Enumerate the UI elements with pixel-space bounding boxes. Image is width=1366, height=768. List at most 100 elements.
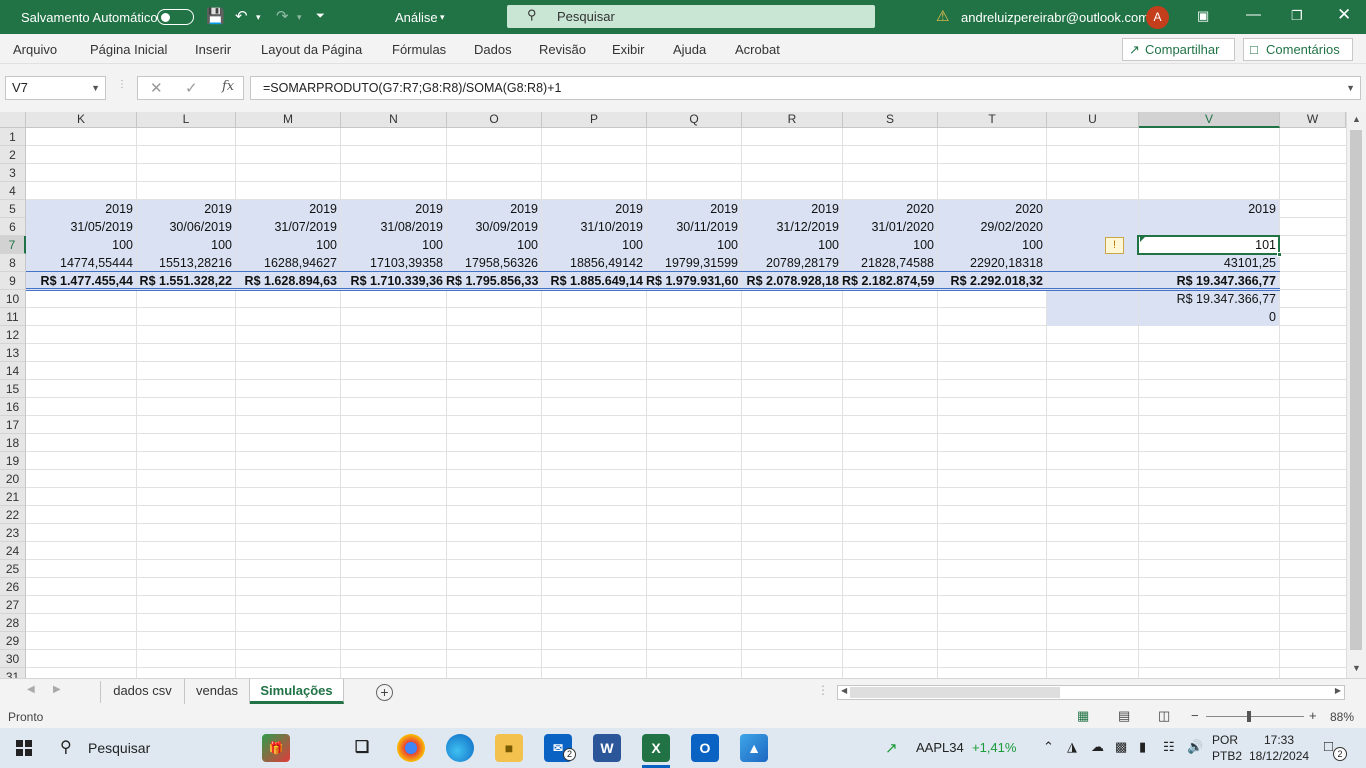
cell-p8[interactable]: 18856,49142 (541, 254, 646, 272)
col-header-m[interactable]: M (236, 112, 341, 128)
col-header-l[interactable]: L (137, 112, 236, 128)
language-bottom[interactable]: PTB2 (1212, 749, 1242, 763)
row-header[interactable]: 24 (0, 542, 26, 560)
cell-p6[interactable]: 31/10/2019 (541, 218, 646, 236)
enter-icon[interactable]: ✓ (185, 79, 198, 97)
cell-s8[interactable]: 21828,74588 (842, 254, 937, 272)
taskbar-search[interactable]: ⚲ Pesquisar (48, 728, 258, 768)
cancel-icon[interactable]: ✕ (150, 79, 163, 97)
onedrive-icon[interactable]: ☁ (1091, 739, 1104, 755)
cell-r8[interactable]: 20789,28179 (741, 254, 842, 272)
task-view-icon[interactable]: ❏ (348, 734, 376, 762)
cell-m9[interactable]: R$ 1.628.894,63 (235, 272, 340, 290)
col-header-p[interactable]: P (542, 112, 647, 128)
row-header[interactable]: 30 (0, 650, 26, 668)
vertical-scroll-thumb[interactable] (1350, 130, 1362, 650)
row-header[interactable]: 11 (0, 308, 26, 326)
tab-dados[interactable]: Dados (474, 42, 512, 57)
col-header-v[interactable]: V (1139, 112, 1280, 128)
chrome-icon[interactable] (397, 734, 425, 762)
row-header[interactable]: 23 (0, 524, 26, 542)
cell-o8[interactable]: 17958,56326 (446, 254, 541, 272)
cell-q9[interactable]: R$ 1.979.931,60 (646, 272, 741, 290)
col-header-t[interactable]: T (938, 112, 1047, 128)
row-header[interactable]: 31 (0, 668, 26, 678)
clock-time[interactable]: 17:33 (1264, 733, 1294, 747)
cell-q8[interactable]: 19799,31599 (646, 254, 741, 272)
col-header-k[interactable]: K (26, 112, 137, 128)
col-header-u[interactable]: U (1047, 112, 1139, 128)
warning-icon[interactable]: ⚠ (936, 7, 949, 25)
row-header[interactable]: 27 (0, 596, 26, 614)
excel-icon[interactable]: X (642, 734, 670, 762)
tab-layout[interactable]: Layout da Página (261, 42, 362, 57)
col-header-n[interactable]: N (341, 112, 447, 128)
next-sheet-icon[interactable]: ▶ (53, 684, 61, 695)
row-header[interactable]: 21 (0, 488, 26, 506)
undo-icon[interactable]: ↶ (235, 7, 248, 25)
title-dropdown-icon[interactable]: ▾ (440, 12, 445, 23)
row-header[interactable]: 6 (0, 218, 26, 236)
tab-arquivo[interactable]: Arquivo (13, 42, 57, 57)
col-header-r[interactable]: R (742, 112, 843, 128)
cell-o5[interactable]: 2019 (446, 200, 541, 218)
cells-area[interactable]: 2019 2019 2019 2019 2019 2019 2019 2019 … (26, 128, 1346, 678)
cell-l6[interactable]: 30/06/2019 (136, 218, 235, 236)
row-header[interactable]: 22 (0, 506, 26, 524)
row-header[interactable]: 28 (0, 614, 26, 632)
col-header-w[interactable]: W (1280, 112, 1346, 128)
close-icon[interactable]: ✕ (1337, 5, 1351, 25)
volume-icon[interactable]: 🔊 (1187, 739, 1203, 755)
row-header[interactable]: 25 (0, 560, 26, 578)
redo-icon[interactable]: ↷ (276, 7, 289, 25)
cell-l8[interactable]: 15513,28216 (136, 254, 235, 272)
cell-o9[interactable]: R$ 1.795.856,33 (446, 272, 541, 290)
redo-dropdown-icon[interactable]: ▾ (297, 12, 302, 23)
show-hidden-icons[interactable]: ⌃ (1043, 739, 1054, 755)
scroll-right-icon[interactable]: ▶ (1335, 686, 1341, 695)
row-header[interactable]: 1 (0, 128, 26, 146)
row-header[interactable]: 10 (0, 290, 26, 308)
language-top[interactable]: POR (1212, 733, 1238, 747)
cell-p5[interactable]: 2019 (541, 200, 646, 218)
row-header[interactable]: 2 (0, 146, 26, 164)
cell-s6[interactable]: 31/01/2020 (842, 218, 937, 236)
cell-k6[interactable]: 31/05/2019 (26, 218, 136, 236)
cell-n6[interactable]: 31/08/2019 (340, 218, 446, 236)
tab-exibir[interactable]: Exibir (612, 42, 645, 57)
file-explorer-icon[interactable]: ■ (495, 734, 523, 762)
spreadsheet-grid[interactable]: K L M N O P Q R S T U V W 1 2 3 4 5 6 7 … (0, 112, 1346, 678)
share-button[interactable]: ↗ Compartilhar (1122, 38, 1235, 61)
row-header[interactable]: 13 (0, 344, 26, 362)
insert-function-icon[interactable]: fx (222, 79, 234, 94)
gifts-widget-icon[interactable]: 🎁 (262, 734, 290, 762)
cell-m5[interactable]: 2019 (235, 200, 340, 218)
col-header-q[interactable]: Q (647, 112, 742, 128)
cell-r7[interactable]: 100 (741, 236, 842, 254)
zoom-slider[interactable] (1206, 716, 1304, 717)
save-icon[interactable]: 💾 (206, 7, 225, 25)
avatar[interactable]: A (1146, 6, 1169, 29)
add-sheet-icon[interactable]: + (376, 684, 393, 701)
autosave-toggle[interactable] (157, 9, 194, 25)
undo-dropdown-icon[interactable]: ▾ (256, 12, 261, 23)
scroll-left-icon[interactable]: ◀ (841, 686, 847, 695)
col-header-o[interactable]: O (447, 112, 542, 128)
cell-m6[interactable]: 31/07/2019 (235, 218, 340, 236)
error-check-icon[interactable]: ! (1105, 237, 1124, 254)
row-header[interactable]: 20 (0, 470, 26, 488)
page-break-icon[interactable]: ◫ (1158, 708, 1170, 724)
row-header[interactable]: 19 (0, 452, 26, 470)
formula-input[interactable]: =SOMARPRODUTO(G7:R7;G8:R8)/SOMA(G8:R8)+1… (250, 76, 1361, 100)
cell-k7[interactable]: 100 (26, 236, 136, 254)
restore-icon[interactable]: ❐ (1291, 8, 1303, 24)
search-box[interactable]: ⚲ Pesquisar (507, 5, 875, 28)
row-header[interactable]: 18 (0, 434, 26, 452)
sheet-tab-vendas[interactable]: vendas (185, 679, 250, 704)
horizontal-scrollbar[interactable]: ◀ ▶ (837, 685, 1345, 700)
cell-q7[interactable]: 100 (646, 236, 741, 254)
sheet-tab-simulacoes[interactable]: Simulações (250, 679, 344, 704)
cell-s7[interactable]: 100 (842, 236, 937, 254)
cell-r6[interactable]: 31/12/2019 (741, 218, 842, 236)
row-header[interactable]: 3 (0, 164, 26, 182)
